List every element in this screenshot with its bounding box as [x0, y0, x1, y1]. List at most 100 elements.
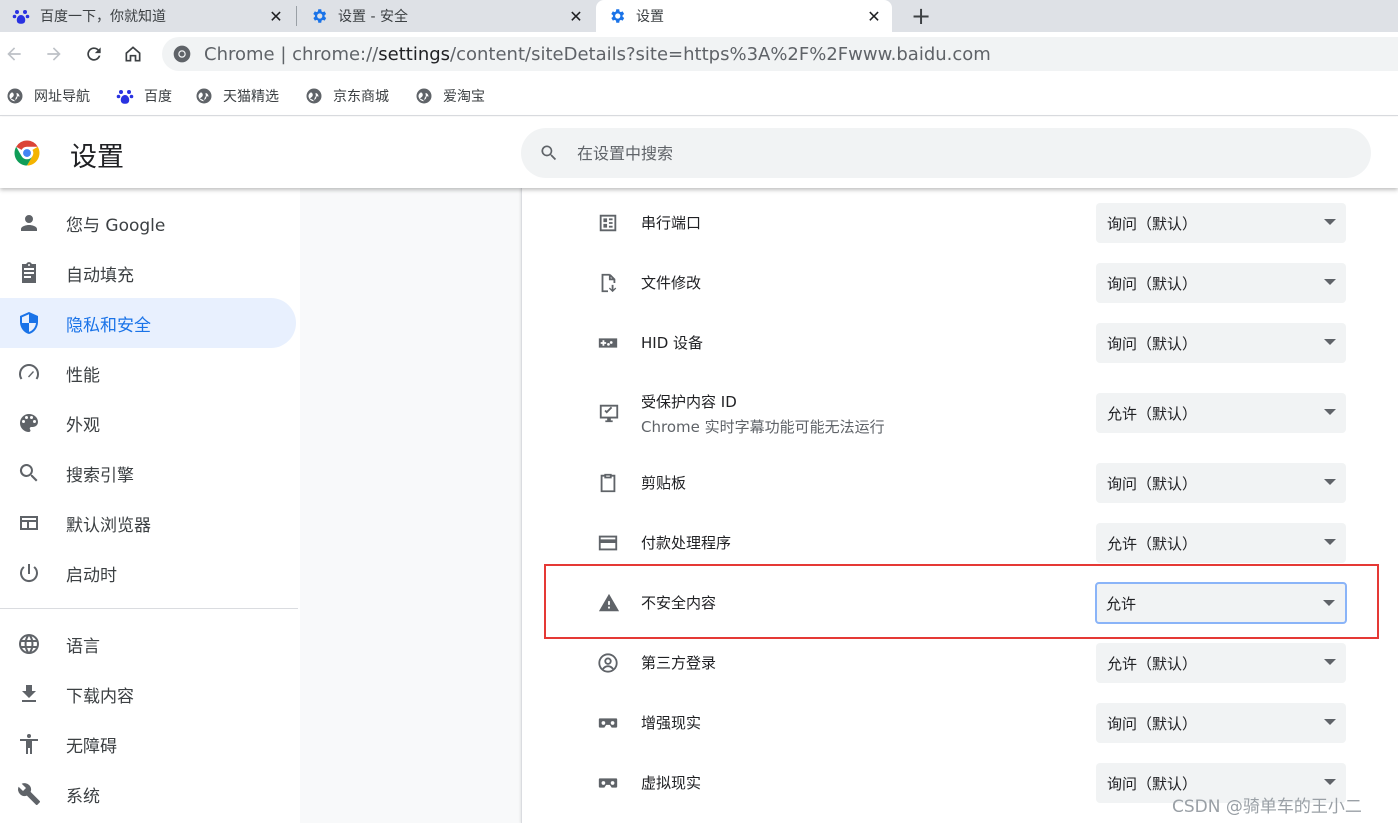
url-path: /content/siteDetails?site=https%3A%2F%2F…	[450, 43, 991, 65]
sidebar-item-label: 隐私和安全	[66, 315, 151, 336]
chrome-logo-icon	[14, 140, 40, 166]
sidebar-item-label: 系统	[66, 786, 100, 807]
sidebar-item-label: 语言	[66, 636, 100, 657]
permission-value: 询问（默认）	[1107, 274, 1198, 293]
permission-label: 受保护内容 ID	[641, 393, 737, 411]
baidu-paw-icon	[12, 10, 30, 24]
shield-icon	[20, 312, 38, 334]
arrow-back-icon	[7, 47, 21, 61]
permission-select[interactable]: 允许	[1095, 582, 1347, 624]
dropdown-arrow-icon	[1324, 479, 1336, 485]
bookmark-item[interactable]: 百度	[116, 85, 172, 107]
close-icon[interactable]: ✕	[864, 6, 884, 26]
dropdown-arrow-icon	[1324, 409, 1336, 415]
sidebar-item-label: 默认浏览器	[66, 515, 151, 536]
forward-button[interactable]	[40, 40, 68, 68]
bookmark-item[interactable]: 京东商城	[305, 85, 389, 107]
permission-value: 允许（默认）	[1107, 534, 1198, 553]
wrench-icon	[18, 783, 40, 805]
sidebar-item-default-browser[interactable]: 默认浏览器	[0, 498, 296, 548]
permission-select[interactable]: 允许（默认）	[1096, 523, 1346, 563]
sidebar-item-performance[interactable]: 性能	[0, 348, 296, 398]
browser-toolbar: Chrome | chrome://settings/content/siteD…	[0, 32, 1398, 76]
sidebar-item-privacy-security[interactable]: 隐私和安全	[0, 298, 296, 348]
permission-value: 询问（默认）	[1107, 474, 1198, 493]
address-bar[interactable]: Chrome | chrome://settings/content/siteD…	[162, 37, 1398, 71]
tab-strip: 百度一下，你就知道 ✕ 设置 - 安全 ✕ 设置 ✕ +	[0, 0, 1398, 32]
permission-label: 第三方登录	[641, 654, 717, 672]
close-icon[interactable]: ✕	[266, 6, 286, 26]
permission-select[interactable]: 询问（默认）	[1096, 703, 1346, 743]
sidebar-item-accessibility[interactable]: 无障碍	[0, 719, 296, 769]
tab-settings-security[interactable]: 设置 - 安全 ✕	[298, 0, 594, 32]
permission-select[interactable]: 询问（默认）	[1096, 323, 1346, 363]
browser-window-icon	[20, 516, 38, 530]
dropdown-arrow-icon	[1324, 339, 1336, 345]
close-icon[interactable]: ✕	[566, 6, 586, 26]
permission-select[interactable]: 允许（默认）	[1096, 393, 1346, 433]
baidu-paw-icon	[116, 90, 134, 104]
search-icon	[19, 464, 38, 482]
permission-select[interactable]: 询问（默认）	[1096, 203, 1346, 243]
tab-settings[interactable]: 设置 ✕	[596, 0, 892, 32]
settings-search[interactable]	[521, 128, 1371, 178]
sidebar-item-system[interactable]: 系统	[0, 769, 296, 819]
new-tab-button[interactable]: +	[906, 1, 936, 31]
sidebar-item-label: 性能	[66, 365, 100, 386]
sidebar-item-autofill[interactable]: 自动填充	[0, 248, 296, 298]
url-scheme: chrome://	[292, 43, 379, 65]
search-input[interactable]	[577, 143, 1277, 163]
dropdown-arrow-icon	[1324, 279, 1336, 285]
permission-value: 询问（默认）	[1107, 714, 1198, 733]
permission-value: 询问（默认）	[1107, 334, 1198, 353]
tab-baidu[interactable]: 百度一下，你就知道 ✕	[0, 0, 294, 32]
warning-icon	[598, 593, 620, 612]
bookmark-label: 爱淘宝	[443, 89, 485, 105]
permission-label: 串行端口	[641, 214, 702, 232]
sidebar-item-languages[interactable]: 语言	[0, 619, 296, 669]
dropdown-arrow-icon	[1324, 539, 1336, 545]
reload-button[interactable]	[80, 40, 108, 68]
home-icon	[125, 46, 141, 62]
bookmark-label: 网址导航	[34, 89, 90, 105]
tab-title: 百度一下，你就知道	[40, 9, 166, 25]
sidebar-item-downloads[interactable]: 下载内容	[0, 669, 296, 719]
tab-title: 设置	[636, 9, 664, 25]
permission-value: 询问（默认）	[1107, 214, 1198, 233]
bookmark-item[interactable]: 爱淘宝	[415, 85, 485, 107]
sidebar-item-label: 无障碍	[66, 736, 117, 757]
permission-value: 允许	[1106, 594, 1137, 613]
file-edit-icon	[601, 273, 617, 293]
sidebar-item-appearance[interactable]: 外观	[0, 398, 296, 448]
speedometer-icon	[19, 364, 39, 380]
permission-row-serial-port: 串行端口 询问（默认）	[522, 193, 1398, 253]
sidebar-item-label: 您与 Google	[66, 215, 166, 236]
bookmark-item[interactable]: 网址导航	[6, 85, 90, 107]
tab-title: 设置 - 安全	[338, 9, 408, 25]
globe-icon	[19, 634, 39, 654]
origin-label: Chrome	[204, 43, 275, 65]
accessibility-icon	[20, 734, 38, 754]
sidebar-item-you-and-google[interactable]: 您与 Google	[0, 198, 296, 248]
gear-icon	[611, 9, 625, 23]
sidebar-item-on-startup[interactable]: 启动时	[0, 548, 296, 598]
home-button[interactable]	[119, 40, 147, 68]
permission-select[interactable]: 询问（默认）	[1096, 263, 1346, 303]
permission-label: 虚拟现实	[641, 774, 702, 792]
sidebar-item-label: 下载内容	[66, 686, 134, 707]
bookmark-item[interactable]: 天猫精选	[195, 85, 279, 107]
permission-select[interactable]: 允许（默认）	[1096, 643, 1346, 683]
permission-row-insecure-content: 不安全内容 允许	[522, 573, 1398, 633]
person-icon	[21, 215, 37, 231]
gear-icon	[313, 9, 327, 23]
sidebar-item-label: 外观	[66, 415, 100, 436]
permission-label: 文件修改	[641, 274, 702, 292]
sidebar-item-search-engine[interactable]: 搜索引擎	[0, 448, 296, 498]
permission-row-augmented-reality: 增强现实 询问（默认）	[522, 693, 1398, 753]
bookmarks-bar: 网址导航 百度 天猫精选 京东商城 爱淘宝	[0, 76, 1398, 116]
permission-select[interactable]: 询问（默认）	[1096, 463, 1346, 503]
permission-label: 付款处理程序	[641, 534, 732, 552]
back-button[interactable]	[0, 40, 28, 68]
permission-value: 询问（默认）	[1107, 774, 1198, 793]
clipboard-icon	[600, 473, 616, 493]
